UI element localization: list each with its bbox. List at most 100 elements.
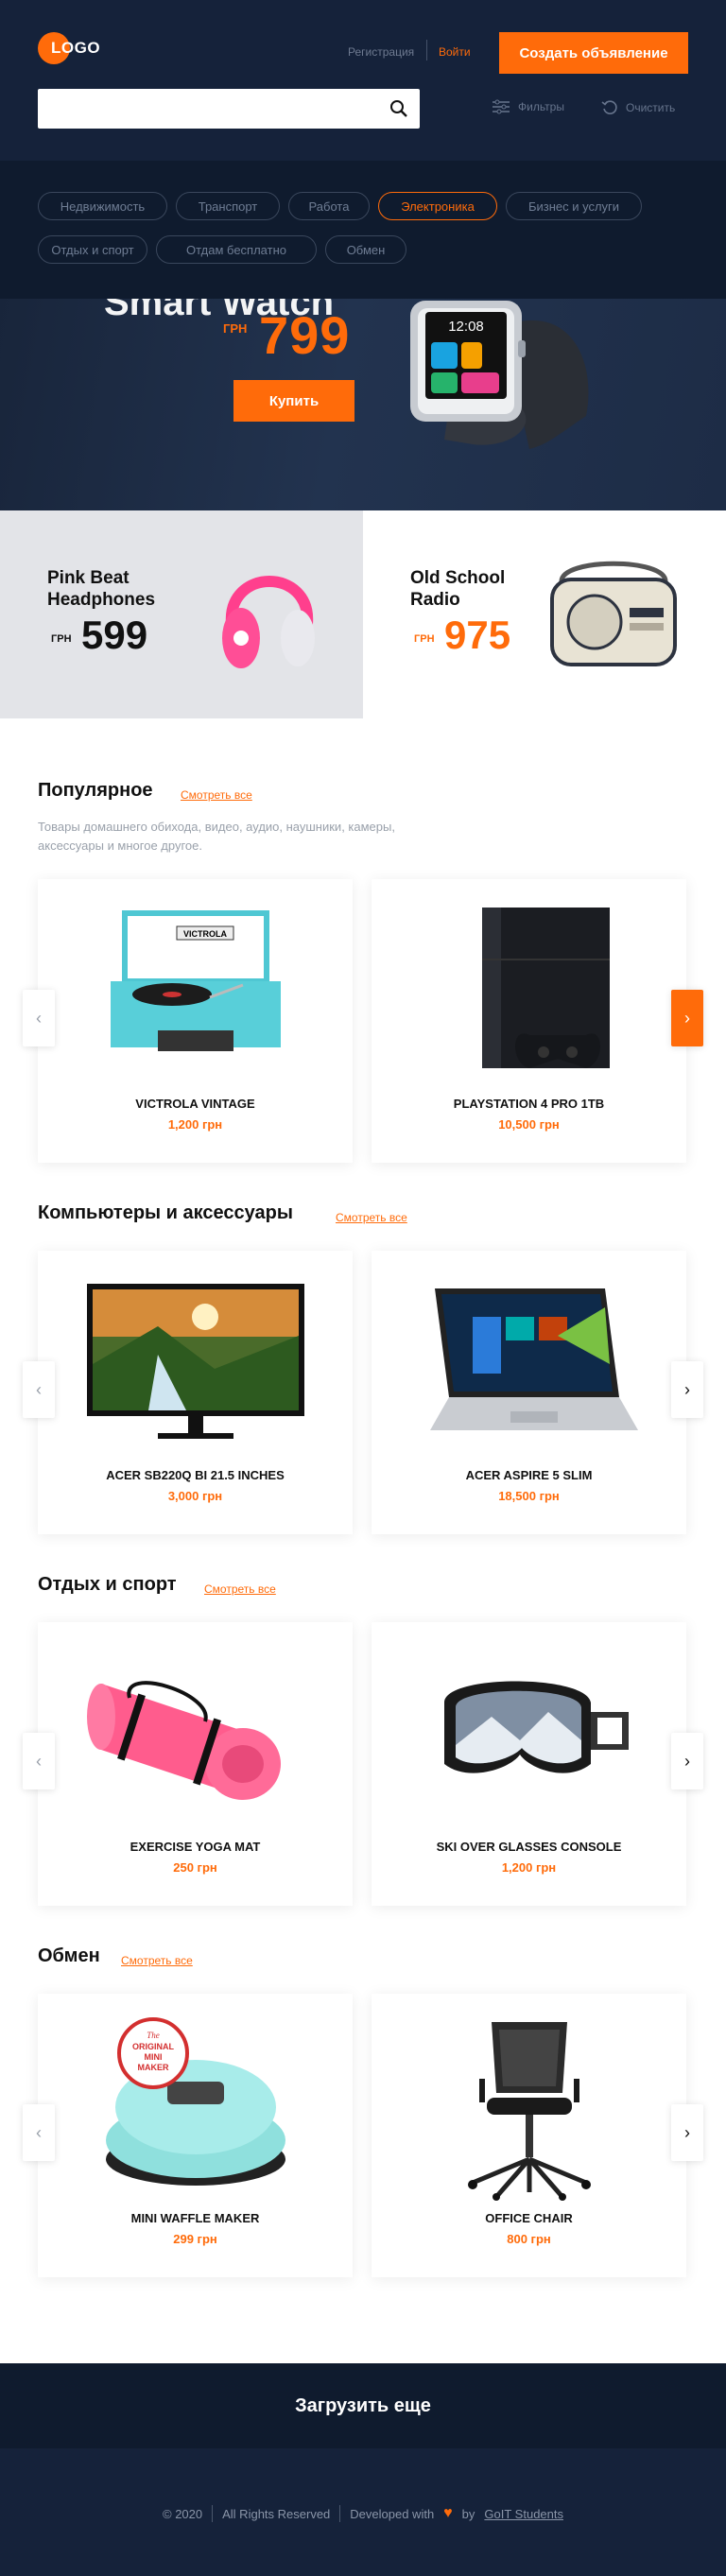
- product-card[interactable]: ACER ASPIRE 5 SLIM 18,500 грн: [372, 1251, 686, 1534]
- laptop-image: [372, 1270, 686, 1459]
- product-card[interactable]: ACER SB220Q BI 21.5 INCHES 3,000 грн: [38, 1251, 353, 1534]
- logo[interactable]: LOGO: [38, 31, 100, 65]
- category-chip[interactable]: Отдых и спорт: [38, 235, 147, 264]
- carousel-prev-button[interactable]: ‹: [23, 990, 55, 1046]
- waffle-maker-image: The ORIGINAL MINI MAKER: [38, 2013, 353, 2202]
- site-header: LOGO Регистрация Войти Создать объявлени…: [0, 0, 726, 161]
- filters-label: Фильтры: [518, 100, 564, 113]
- buy-button[interactable]: Купить: [233, 380, 354, 422]
- see-all-link[interactable]: Смотреть все: [336, 1211, 407, 1224]
- section-title: Компьютеры и аксессуары: [38, 1202, 293, 1223]
- category-chip-active[interactable]: Электроника: [378, 192, 497, 220]
- promo-headphones[interactable]: Pink Beat Headphones ГРН 599: [0, 510, 363, 718]
- promo-price: 599: [81, 613, 148, 657]
- carousel-next-button[interactable]: ›: [671, 1733, 703, 1789]
- product-price: 1,200 грн: [167, 1117, 223, 1132]
- carousel-prev-button[interactable]: ‹: [23, 1733, 55, 1789]
- see-all-link[interactable]: Смотреть все: [181, 788, 252, 802]
- create-ad-button[interactable]: Создать объявление: [499, 32, 688, 74]
- filters-icon: [493, 99, 510, 114]
- product-card[interactable]: OFFICE CHAIR 800 грн: [372, 1994, 686, 2277]
- category-chip[interactable]: Недвижимость: [38, 192, 167, 220]
- carousel-next-button[interactable]: ›: [671, 1361, 703, 1418]
- section-title: Обмен: [38, 1945, 100, 1966]
- svg-text:MINI: MINI: [144, 2052, 162, 2062]
- radio-image: [550, 561, 677, 666]
- chevron-left-icon: ‹: [36, 2122, 42, 2142]
- product-price: 250 грн: [173, 1860, 217, 1875]
- category-chip[interactable]: Работа: [288, 192, 370, 220]
- carousel-prev-button[interactable]: ‹: [23, 1361, 55, 1418]
- product-name: MINI WAFFLE MAKER: [130, 2211, 260, 2225]
- office-chair-image: [372, 2013, 686, 2202]
- chevron-left-icon: ‹: [36, 1379, 42, 1399]
- rights-text: All Rights Reserved: [222, 2506, 331, 2521]
- category-chip[interactable]: Бизнес и услуги: [506, 192, 642, 220]
- monitor-image: [38, 1270, 353, 1459]
- promo-currency: ГРН: [414, 633, 435, 645]
- search-box: [38, 89, 420, 129]
- chevron-right-icon: ›: [684, 1379, 690, 1399]
- product-card[interactable]: EXERCISE YOGA MAT 250 грн: [38, 1622, 353, 1906]
- category-chip[interactable]: Транспорт: [176, 192, 280, 220]
- register-link[interactable]: Регистрация: [348, 45, 414, 59]
- playstation-image: [372, 898, 686, 1087]
- by-text: by: [461, 2506, 475, 2521]
- clear-label: Очистить: [626, 101, 676, 114]
- product-price: 18,500 грн: [498, 1489, 560, 1503]
- search-icon[interactable]: [389, 99, 408, 118]
- header-divider: [426, 40, 427, 61]
- heart-icon: ♥: [443, 2505, 453, 2521]
- see-all-link[interactable]: Смотреть все: [204, 1582, 276, 1596]
- svg-text:MAKER: MAKER: [137, 2063, 168, 2072]
- developed-text: Developed with: [350, 2506, 435, 2521]
- product-card[interactable]: VICTROLA VICTROLA VINTAGE 1,200 грн: [38, 879, 353, 1163]
- product-name: VICTROLA VINTAGE: [135, 1097, 255, 1111]
- product-price: 800 грн: [507, 2232, 551, 2246]
- promo-price: 975: [444, 613, 511, 657]
- ski-goggles-image: [372, 1641, 686, 1830]
- svg-text:ORIGINAL: ORIGINAL: [132, 2042, 175, 2051]
- product-card[interactable]: SKI OVER GLASSES CONSOLE 1,200 грн: [372, 1622, 686, 1906]
- footer: © 2020 All Rights Reserved Developed wit…: [0, 2448, 726, 2576]
- product-price: 3,000 грн: [167, 1489, 223, 1503]
- see-all-link[interactable]: Смотреть все: [121, 1954, 193, 1967]
- promo-title: Pink Beat Headphones: [47, 568, 156, 610]
- product-name: EXERCISE YOGA MAT: [130, 1840, 261, 1854]
- footer-divider: [212, 2505, 214, 2522]
- carousel-prev-button[interactable]: ‹: [23, 2104, 55, 2161]
- category-chip[interactable]: Отдам бесплатно: [156, 235, 317, 264]
- clear-button[interactable]: Очистить: [601, 99, 675, 116]
- filters-button[interactable]: Фильтры: [492, 99, 564, 114]
- product-price: 1,200 грн: [501, 1860, 557, 1875]
- svg-text:12:08: 12:08: [448, 319, 484, 335]
- load-more-button[interactable]: Загрузить еще: [0, 2363, 726, 2448]
- category-chip[interactable]: Обмен: [325, 235, 406, 264]
- search-input[interactable]: [38, 89, 369, 129]
- carousel-next-button[interactable]: ›: [671, 2104, 703, 2161]
- svg-text:VICTROLA: VICTROLA: [183, 929, 227, 939]
- product-name: PLAYSTATION 4 PRO 1TB: [453, 1097, 605, 1111]
- product-name: ACER ASPIRE 5 SLIM: [465, 1468, 593, 1482]
- section-description: Товары домашнего обихода, видео, аудио, …: [38, 820, 395, 853]
- product-price: 299 грн: [173, 2232, 217, 2246]
- reset-icon: [601, 100, 617, 114]
- product-price: 10,500 грн: [498, 1117, 560, 1132]
- yoga-mat-image: [38, 1641, 353, 1830]
- carousel-next-button[interactable]: ›: [671, 990, 703, 1046]
- product-name: ACER SB220Q BI 21.5 INCHES: [106, 1468, 285, 1482]
- product-name: SKI OVER GLASSES CONSOLE: [436, 1840, 622, 1854]
- login-link[interactable]: Войти: [439, 45, 471, 59]
- chevron-left-icon: ‹: [36, 1751, 42, 1771]
- logo-text: LOGO: [51, 39, 101, 57]
- svg-text:The: The: [147, 2031, 160, 2040]
- section-title: Популярное: [38, 780, 153, 801]
- author-link[interactable]: GoIT Students: [484, 2507, 563, 2521]
- promo-title: Old School Radio: [410, 568, 506, 610]
- chevron-left-icon: ‹: [36, 1008, 42, 1028]
- category-bar: Недвижимость Транспорт Работа Электроник…: [0, 161, 726, 299]
- product-card[interactable]: The ORIGINAL MINI MAKER MINI WAFFLE MAKE…: [38, 1994, 353, 2277]
- product-card[interactable]: PLAYSTATION 4 PRO 1TB 10,500 грн: [372, 879, 686, 1163]
- promo-radio[interactable]: Old School Radio ГРН 975: [363, 510, 726, 718]
- copyright: © 2020: [163, 2506, 203, 2521]
